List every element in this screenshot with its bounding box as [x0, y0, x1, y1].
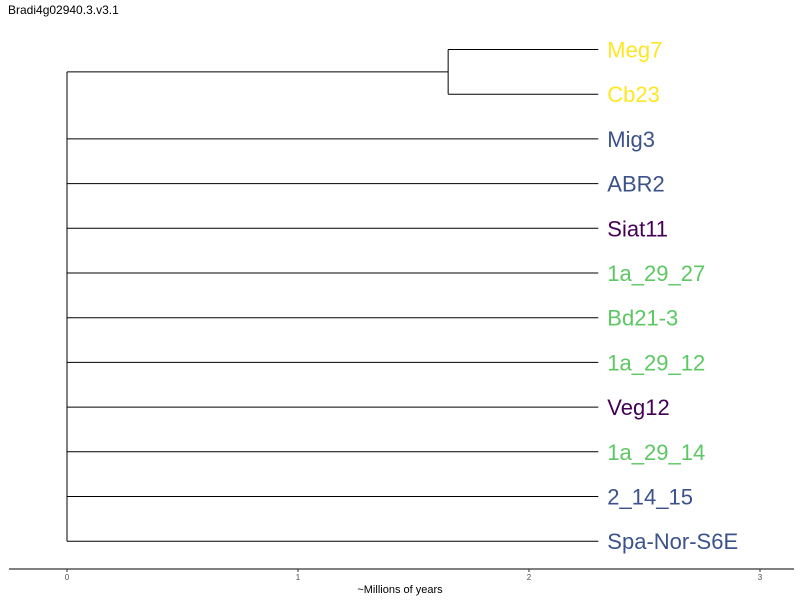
tip-label: Mig3 [607, 127, 655, 152]
tip-label: Meg7 [607, 38, 662, 63]
tip-label: 1a_29_27 [607, 261, 705, 286]
x-axis-tick-label: 0 [65, 573, 70, 582]
tree-canvas: Meg7 Cb23 Mig3 ABR2 Siat11 1a_29_27 Bd21-3 1a_2… [9, 38, 794, 596]
tip-label: Spa-Nor-S6E [607, 529, 738, 554]
x-axis-tick-label: 1 [296, 573, 301, 582]
phylogenetic-tree-figure: Bradi4g02940.3.v3.1 Meg7 Cb23 Mig3 ABR2 Siat… [0, 0, 800, 600]
x-axis-tick-label: 2 [527, 573, 532, 582]
tip-label: Siat11 [607, 216, 668, 241]
x-axis-title: ~Millions of years [357, 584, 443, 596]
tip-label: Cb23 [607, 82, 660, 107]
tip-label: 2_14_15 [607, 485, 693, 510]
tip-label: Veg12 [607, 395, 669, 420]
tip-label: 1a_29_14 [607, 440, 705, 465]
x-axis-tick-label: 3 [758, 573, 763, 582]
tip-label: 1a_29_12 [607, 350, 705, 375]
tip-label: ABR2 [607, 172, 664, 197]
tip-label: Bd21-3 [607, 306, 678, 331]
